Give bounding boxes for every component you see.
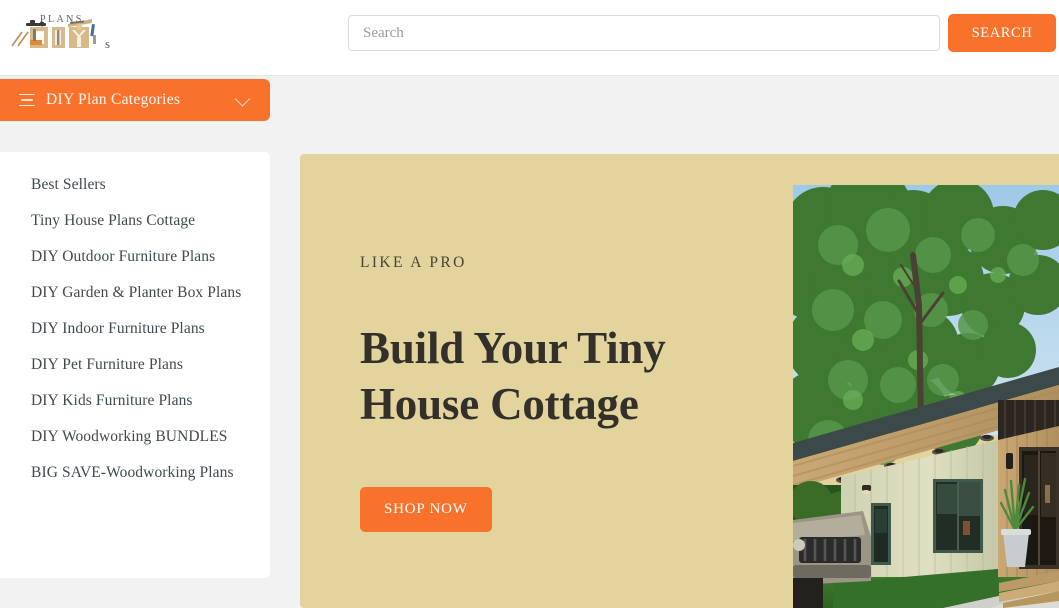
sidebar-item-woodworking-bundles[interactable]: DIY Woodworking BUNDLES [0,428,270,446]
site-header: PLANS s Search SEARCH [0,0,1059,76]
search-input[interactable] [348,15,940,51]
category-bar-label: DIY Plan Categories [46,91,181,108]
shop-now-button[interactable]: SHOP NOW [360,487,492,532]
diy-plan-categories-toggle[interactable]: DIY Plan Categories [0,79,270,121]
hamburger-icon [19,94,35,106]
sidebar-item-pet-furniture[interactable]: DIY Pet Furniture Plans [0,356,270,374]
search-field-wrapper [348,15,940,51]
sidebar-item-kids-furniture[interactable]: DIY Kids Furniture Plans [0,392,270,410]
hero-eyebrow: LIKE A PRO [360,254,467,271]
sidebar-item-garden-planter-box[interactable]: DIY Garden & Planter Box Plans [0,284,270,302]
category-sidebar: Best Sellers Tiny House Plans Cottage DI… [0,152,270,578]
sidebar-item-outdoor-furniture[interactable]: DIY Outdoor Furniture Plans [0,248,270,266]
search-button[interactable]: SEARCH [948,14,1056,52]
hero-copy: LIKE A PRO Build Your Tiny House Cottage… [360,254,690,532]
sidebar-item-big-save-woodworking[interactable]: BIG SAVE-Woodworking Plans [0,464,270,482]
sidebar-item-tiny-house-plans[interactable]: Tiny House Plans Cottage [0,212,270,230]
sidebar-item-indoor-furniture[interactable]: DIY Indoor Furniture Plans [0,320,270,338]
hero-banner: LIKE A PRO Build Your Tiny House Cottage… [300,154,1059,608]
hero-title: Build Your Tiny House Cottage [360,323,666,429]
sidebar-item-best-sellers[interactable]: Best Sellers [0,176,270,194]
plans-diys-logo[interactable]: PLANS s [8,10,128,58]
chevron-down-icon [234,91,251,107]
svg-text:s: s [105,36,110,51]
hero-cottage-image [793,185,1059,608]
